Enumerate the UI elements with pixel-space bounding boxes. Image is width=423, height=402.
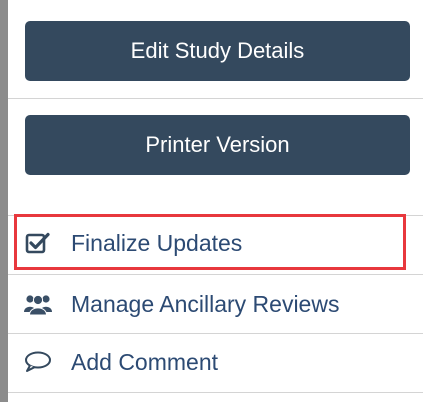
divider xyxy=(8,392,423,393)
comment-icon xyxy=(23,350,53,374)
finalize-updates-label: Finalize Updates xyxy=(71,229,243,256)
add-comment-link[interactable]: Add Comment xyxy=(8,334,408,390)
panel-left-border xyxy=(0,0,8,402)
manage-ancillary-reviews-link[interactable]: Manage Ancillary Reviews xyxy=(8,276,408,332)
divider xyxy=(8,98,423,99)
add-comment-label: Add Comment xyxy=(71,348,219,375)
edit-study-details-button[interactable]: Edit Study Details xyxy=(25,21,410,81)
users-icon xyxy=(23,292,53,316)
printer-version-label: Printer Version xyxy=(145,132,290,157)
study-actions-panel: Edit Study Details Printer Version Final… xyxy=(0,0,423,402)
manage-ancillary-reviews-label: Manage Ancillary Reviews xyxy=(71,290,340,317)
finalize-updates-link[interactable]: Finalize Updates xyxy=(8,215,408,271)
edit-study-details-label: Edit Study Details xyxy=(130,38,305,63)
divider xyxy=(8,274,423,275)
checkbox-checked-icon xyxy=(23,231,53,255)
printer-version-button[interactable]: Printer Version xyxy=(25,115,410,175)
